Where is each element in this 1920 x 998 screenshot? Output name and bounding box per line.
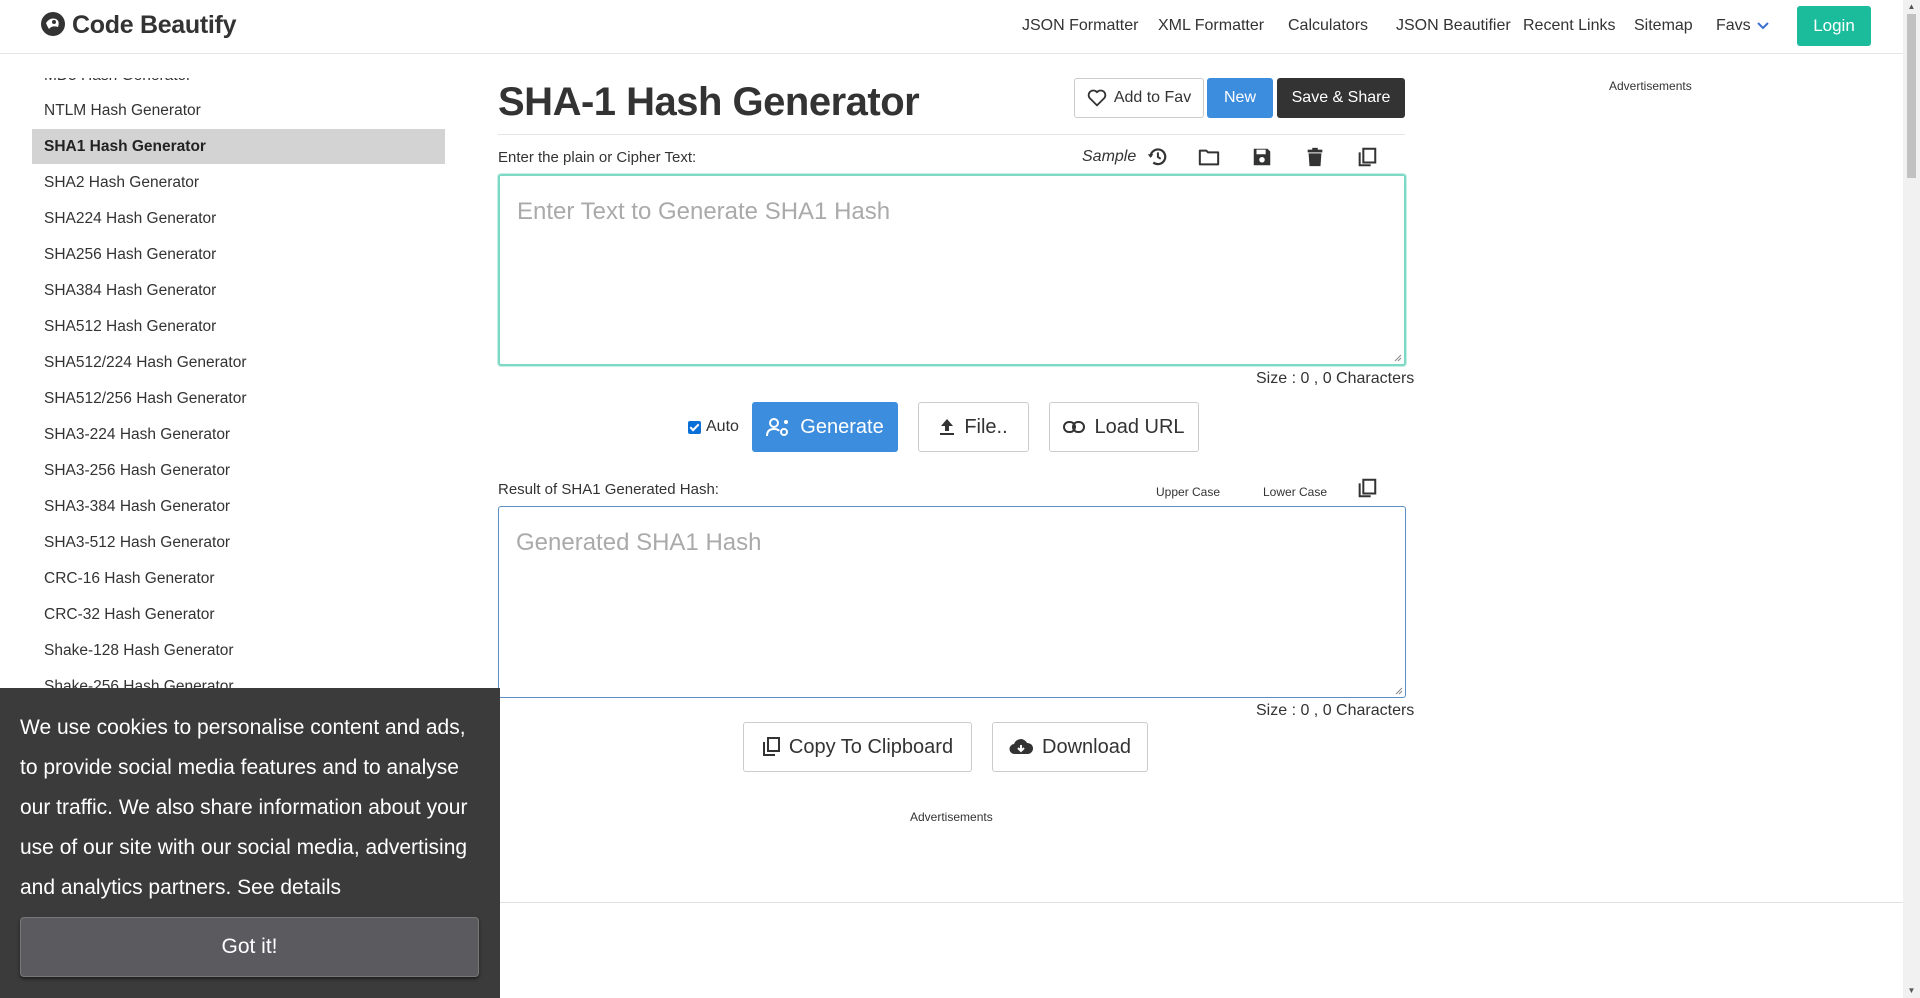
load-url-label: Load URL	[1094, 415, 1185, 438]
history-icon[interactable]	[1146, 146, 1168, 168]
sidebar-item[interactable]: Shake-128 Hash Generator	[32, 633, 445, 668]
page-scroll-down-arrow[interactable]: ▼	[1903, 984, 1920, 998]
lower-case-button[interactable]: Lower Case	[1263, 485, 1327, 499]
save-icon[interactable]	[1251, 146, 1273, 168]
sidebar-item[interactable]: SHA512 Hash Generator	[32, 309, 445, 344]
add-to-fav-label: Add to Fav	[1113, 89, 1192, 106]
hash-output-placeholder: Generated SHA1 Hash	[516, 529, 762, 556]
sidebar-item[interactable]: SHA3-512 Hash Generator	[32, 525, 445, 560]
page-scroll-thumb[interactable]	[1907, 14, 1916, 178]
input-label: Enter the plain or Cipher Text:	[498, 149, 697, 166]
sidebar-item-partial[interactable]: Shake-256 Hash Generator	[32, 669, 445, 690]
folder-open-icon[interactable]	[1198, 146, 1220, 168]
hash-output[interactable]: Generated SHA1 Hash	[498, 506, 1406, 698]
logo[interactable]: Code Beautify	[38, 9, 236, 41]
auto-toggle[interactable]: Auto	[688, 418, 739, 436]
cookie-message: We use cookies to personalise content an…	[20, 708, 485, 908]
nav-recent-links[interactable]: Recent Links	[1523, 17, 1616, 35]
cloud-download-icon	[1009, 739, 1034, 755]
input-size-text: Size : 0 , 0 Characters	[1256, 370, 1415, 387]
nav-json-formatter[interactable]: JSON Formatter	[1022, 17, 1138, 35]
bottom-divider	[498, 902, 1903, 903]
sidebar-item[interactable]: SHA2 Hash Generator	[32, 165, 445, 200]
text-input-placeholder: Enter Text to Generate SHA1 Hash	[517, 198, 891, 225]
sidebar-item[interactable]: SHA3-384 Hash Generator	[32, 489, 445, 524]
nav-favs[interactable]: Favs	[1716, 17, 1769, 35]
load-url-button[interactable]: Load URL	[1049, 402, 1199, 452]
sidebar-item-md5[interactable]: MD5 Hash Generator	[32, 78, 445, 93]
sidebar-item[interactable]: NTLM Hash Generator	[32, 93, 445, 128]
nav-xml-formatter[interactable]: XML Formatter	[1158, 17, 1264, 35]
sidebar-item[interactable]: SHA3-224 Hash Generator	[32, 417, 445, 452]
resize-handle-icon[interactable]	[1393, 353, 1402, 362]
sample-link[interactable]: Sample	[1082, 148, 1136, 166]
cookie-text: We use cookies to personalise content an…	[20, 716, 468, 899]
sidebar-item[interactable]: SHA224 Hash Generator	[32, 201, 445, 236]
text-input[interactable]: Enter Text to Generate SHA1 Hash	[498, 174, 1406, 366]
user-gear-icon	[766, 418, 789, 437]
clipboard-icon	[762, 737, 780, 756]
add-to-fav-button[interactable]: Add to Fav	[1074, 78, 1204, 118]
favs-label: Favs	[1716, 17, 1751, 34]
sidebar: MD5 Hash Generator NTLM Hash GeneratorSH…	[32, 78, 462, 690]
upper-case-button[interactable]: Upper Case	[1156, 485, 1220, 499]
copy-to-clipboard-button[interactable]: Copy To Clipboard	[743, 722, 972, 772]
login-button[interactable]: Login	[1797, 6, 1871, 46]
auto-label: Auto	[706, 418, 739, 435]
page-scroll-up-arrow[interactable]: ▲	[1903, 0, 1920, 14]
page-title: SHA-1 Hash Generator	[498, 80, 920, 124]
brand-name: Code Beautify	[72, 10, 237, 39]
generate-button[interactable]: Generate	[752, 402, 898, 452]
ads-label-right: Advertisements	[1609, 79, 1692, 93]
cookie-accept-button[interactable]: Got it!	[20, 917, 479, 977]
sidebar-item[interactable]: SHA512/224 Hash Generator	[32, 345, 445, 380]
trash-icon[interactable]	[1304, 146, 1326, 168]
copy-icon[interactable]	[1356, 146, 1378, 168]
file-upload-button[interactable]: File..	[918, 402, 1029, 452]
heart-icon	[1087, 89, 1107, 107]
file-label: File..	[964, 415, 1008, 438]
sidebar-item[interactable]: CRC-32 Hash Generator	[32, 597, 445, 632]
new-button[interactable]: New	[1207, 78, 1273, 118]
sidebar-item[interactable]: CRC-16 Hash Generator	[32, 561, 445, 596]
output-size-text: Size : 0 , 0 Characters	[1256, 702, 1415, 719]
logo-icon	[41, 12, 65, 36]
resize-handle-icon[interactable]	[1394, 686, 1403, 695]
sidebar-item-active[interactable]: SHA1 Hash Generator	[32, 129, 445, 164]
nav-calculators[interactable]: Calculators	[1288, 17, 1368, 35]
nav-json-beautifier[interactable]: JSON Beautifier	[1396, 17, 1511, 35]
nav-sitemap[interactable]: Sitemap	[1634, 17, 1693, 35]
download-label: Download	[1042, 735, 1131, 758]
chevron-down-icon	[1756, 22, 1769, 30]
generate-label: Generate	[800, 415, 884, 438]
title-divider	[498, 134, 1405, 135]
ads-label-main: Advertisements	[910, 810, 993, 824]
auto-checkbox[interactable]	[688, 420, 701, 434]
top-header: Code Beautify JSON Formatter XML Formatt…	[0, 0, 1903, 54]
copy-result-icon[interactable]	[1356, 477, 1378, 499]
link-icon	[1063, 421, 1086, 433]
see-details-link[interactable]: See details	[237, 876, 341, 899]
save-share-button[interactable]: Save & Share	[1277, 78, 1405, 118]
result-label: Result of SHA1 Generated Hash:	[498, 481, 719, 498]
copy-label: Copy To Clipboard	[788, 735, 954, 758]
sidebar-item[interactable]: SHA256 Hash Generator	[32, 237, 445, 272]
page-scrollbar[interactable]: ▲ ▼	[1903, 0, 1920, 998]
sidebar-item[interactable]: SHA3-256 Hash Generator	[32, 453, 445, 488]
sidebar-item[interactable]: SHA384 Hash Generator	[32, 273, 445, 308]
upload-icon	[940, 419, 955, 435]
download-button[interactable]: Download	[992, 722, 1148, 772]
sidebar-item[interactable]: SHA512/256 Hash Generator	[32, 381, 445, 416]
cookie-banner: We use cookies to personalise content an…	[0, 688, 500, 998]
